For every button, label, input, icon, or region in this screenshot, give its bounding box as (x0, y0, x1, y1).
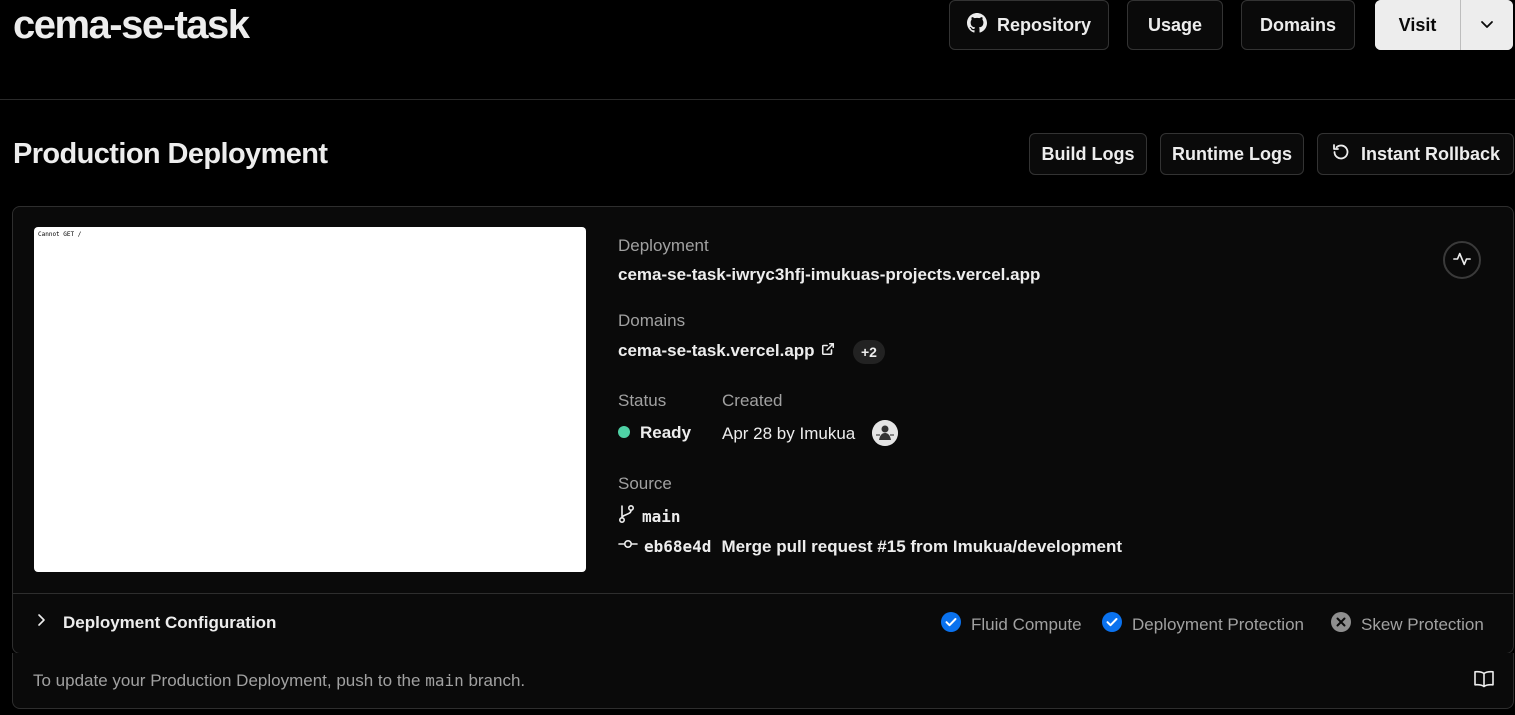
visit-button-group: Visit (1375, 0, 1513, 50)
git-branch-icon (618, 504, 636, 529)
status-value: Ready (640, 423, 692, 442)
repository-label: Repository (996, 14, 1092, 35)
github-icon (966, 12, 987, 38)
domain-link[interactable]: cema-se-task.vercel.app (618, 341, 835, 361)
chevron-down-icon (1479, 16, 1495, 35)
domains-button[interactable]: Domains (1241, 0, 1355, 50)
git-commit-icon (618, 534, 638, 559)
branch-row[interactable]: main (618, 504, 681, 529)
commit-message: Merge pull request #15 from Imukua/devel… (721, 536, 1122, 556)
update-hint-bar: To update your Production Deployment, pu… (12, 653, 1514, 709)
activity-icon (1453, 250, 1471, 271)
feature-fluid-compute: Fluid Compute (941, 612, 1082, 637)
feature-label: Deployment Protection (1132, 614, 1304, 634)
status-label: Status (618, 391, 667, 410)
check-circle-icon (941, 612, 961, 637)
update-hint-branch: main (425, 671, 464, 690)
book-icon[interactable] (1473, 669, 1495, 694)
instant-rollback-button[interactable]: Instant Rollback (1317, 133, 1514, 175)
chevron-right-icon (33, 612, 49, 633)
created-value: Apr 28 by Imukua (722, 424, 856, 443)
deployment-configuration-label: Deployment Configuration (63, 612, 277, 632)
instant-rollback-label: Instant Rollback (1360, 143, 1501, 164)
deployment-configuration-toggle[interactable]: Deployment Configuration (33, 612, 276, 633)
visit-button[interactable]: Visit (1375, 0, 1461, 50)
source-label: Source (618, 474, 672, 493)
check-circle-icon (1102, 612, 1122, 637)
section-title: Production Deployment (13, 138, 328, 170)
commit-row[interactable]: eb68e4d Merge pull request #15 from Imuk… (618, 534, 1122, 559)
runtime-logs-button[interactable]: Runtime Logs (1160, 133, 1304, 175)
created-label: Created (722, 391, 783, 410)
update-hint-text: To update your Production Deployment, pu… (33, 671, 525, 691)
deployment-card: Cannot GET / Deployment cema-se-task-iwr… (12, 206, 1514, 654)
feature-label: Skew Protection (1361, 614, 1484, 634)
rollback-icon (1331, 142, 1351, 167)
status-indicator (618, 426, 630, 438)
project-title: cema-se-task (13, 3, 250, 47)
repository-button[interactable]: Repository (949, 0, 1109, 50)
project-header: cema-se-task Repository Usage Domains Vi… (0, 0, 1515, 100)
monitoring-button[interactable] (1443, 241, 1481, 279)
visit-dropdown-button[interactable] (1461, 0, 1513, 50)
update-hint-before: To update your Production Deployment, pu… (33, 671, 426, 690)
deployment-url-link[interactable]: cema-se-task-iwryc3hfj-imukuas-projects.… (618, 265, 1040, 285)
domain-text: cema-se-task.vercel.app (618, 341, 815, 360)
domains-label: Domains (618, 311, 686, 330)
feature-deployment-protection: Deployment Protection (1102, 612, 1304, 637)
commit-sha: eb68e4d (644, 537, 712, 556)
deployment-configuration-bar: Deployment Configuration Fluid Compute D… (13, 593, 1513, 653)
deployment-preview[interactable]: Cannot GET / (34, 227, 586, 572)
feature-label: Fluid Compute (971, 614, 1082, 634)
avatar[interactable] (872, 420, 898, 446)
update-hint-after: branch. (463, 671, 526, 690)
preview-text: Cannot GET / (38, 231, 82, 238)
build-logs-button[interactable]: Build Logs (1029, 133, 1147, 175)
branch-name: main (642, 507, 681, 526)
feature-skew-protection: Skew Protection (1331, 612, 1484, 637)
deployment-label: Deployment (618, 236, 709, 255)
usage-button[interactable]: Usage (1127, 0, 1223, 50)
external-link-icon (821, 341, 835, 361)
x-circle-icon (1331, 612, 1351, 637)
more-domains-badge[interactable]: +2 (853, 340, 885, 364)
